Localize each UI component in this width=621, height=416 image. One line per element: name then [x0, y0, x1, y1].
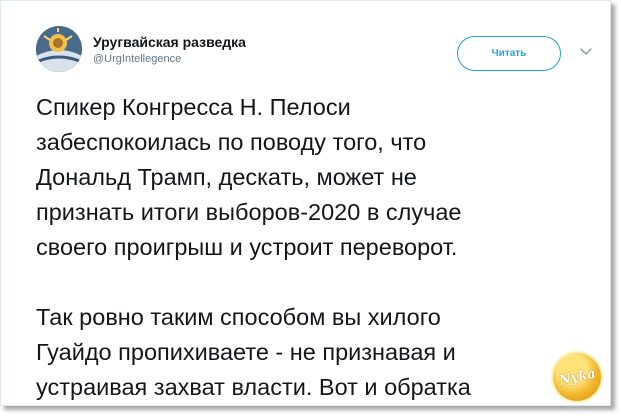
tweet-line: Гуайдо пропихиваете - не признавая и	[36, 339, 456, 365]
avatar-image	[36, 26, 82, 72]
tweet-line: забеспокоилась по поводу того, что	[36, 129, 427, 155]
tweet-line: своего проигрыш и устроит переворот.	[36, 234, 458, 260]
tweet-line: признать итоги выборов-2020 в случае	[36, 199, 462, 225]
tweet-line: Так ровно таким способом вы хилого	[36, 304, 441, 330]
author-name[interactable]: Уругвайская разведка	[93, 34, 246, 50]
tweet-card: Уругвайская разведка @UrgIntellegence Чи…	[0, 0, 611, 406]
author-handle[interactable]: @UrgIntellegence	[93, 53, 181, 65]
tweet-line: Дональд Трамп, дескать, может не	[36, 164, 417, 190]
watermark-logo: Nyka	[553, 353, 601, 401]
tweet-line: Спикер Конгресса Н. Пелоси	[36, 94, 351, 120]
tweet-line: устраивая захват власти. Вот и обратка	[36, 374, 471, 400]
chevron-down-icon[interactable]	[579, 45, 593, 59]
follow-button[interactable]: Читать	[457, 36, 561, 71]
tweet-text: Спикер Конгресса Н. Пелоси забеспокоилас…	[36, 90, 596, 405]
avatar[interactable]	[36, 26, 82, 72]
watermark-text: Nyka	[557, 365, 597, 389]
